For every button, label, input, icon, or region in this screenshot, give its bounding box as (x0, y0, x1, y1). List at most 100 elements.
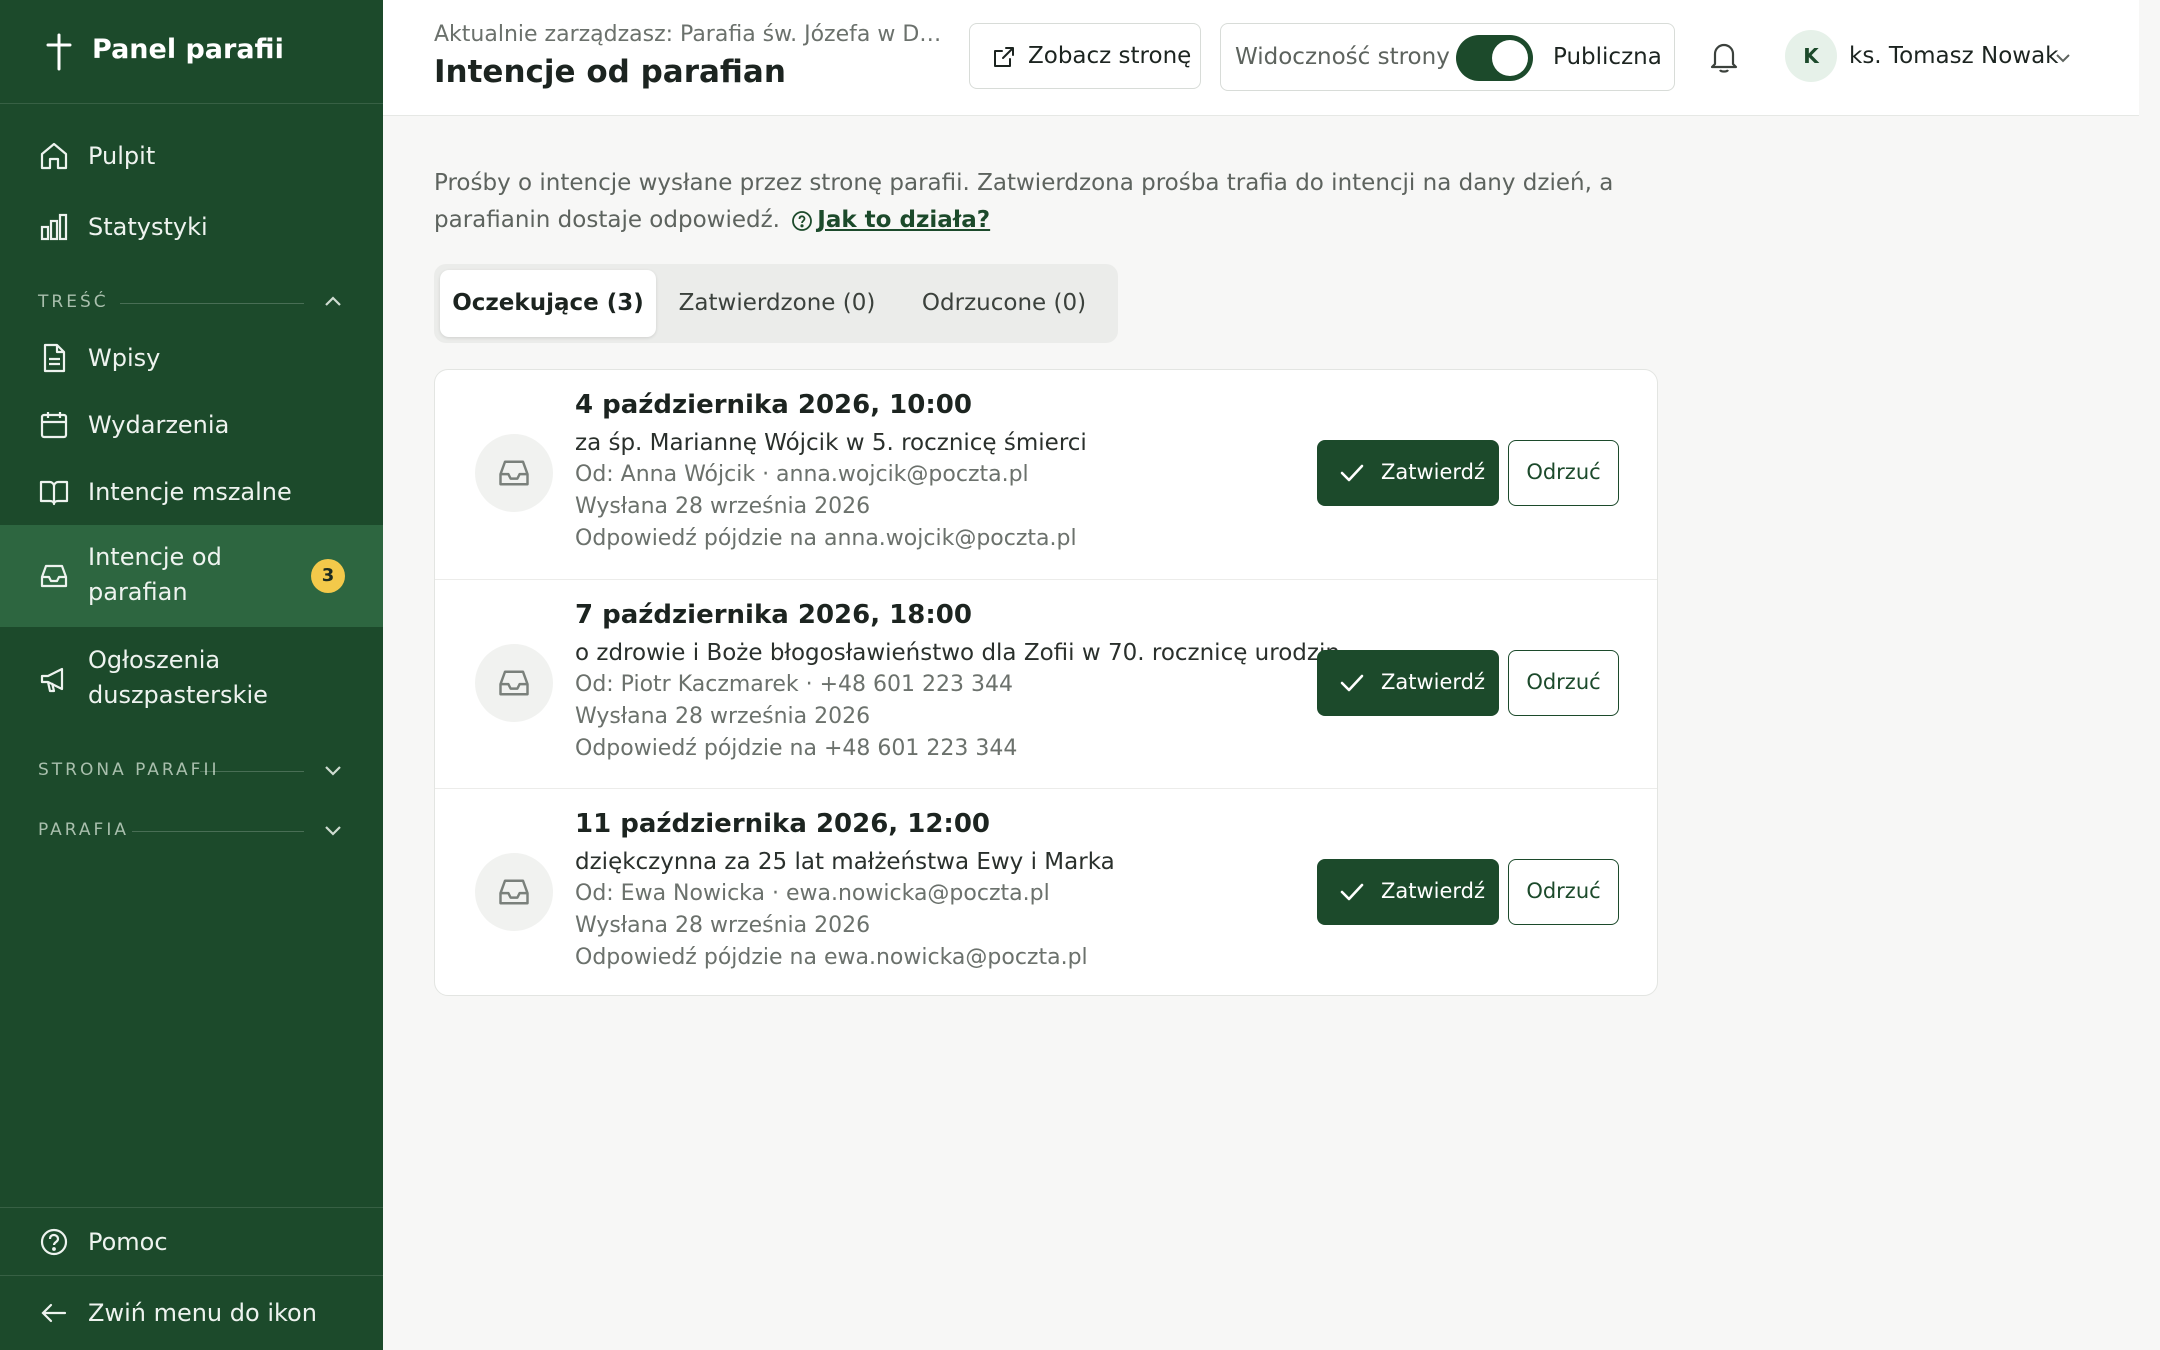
request-date: 11 października 2026, 12:00 (575, 809, 990, 839)
sidebar-item-label: Ogłoszenia duszpasterskie (88, 646, 268, 709)
section-content[interactable]: TREŚĆ (38, 288, 345, 318)
sidebar-item-label: Wydarzenia (88, 410, 230, 439)
check-icon (1340, 464, 1364, 482)
section-label: STRONA PARAFII (38, 760, 220, 780)
toggle-knob (1492, 40, 1528, 76)
sidebar-item-intencje-od-parafian[interactable]: Intencje od parafian 3 (0, 525, 383, 627)
inbox-icon (475, 644, 553, 722)
approve-label: Zatwierdź (1381, 879, 1486, 903)
status-tabs: Oczekujące (3) Zatwierdzone (0) Odrzucon… (434, 264, 1118, 343)
section-divider (120, 303, 304, 304)
request-title: za śp. Mariannę Wójcik w 5. rocznicę śmi… (575, 430, 1087, 456)
inbox-icon (475, 853, 553, 931)
tab-rejected[interactable]: Odrzucone (0) (894, 270, 1114, 337)
section-site[interactable]: STRONA PARAFII (38, 756, 345, 786)
request-title: o zdrowie i Boże błogosławieństwo dla Zo… (575, 640, 1340, 666)
sidebar-brand[interactable]: Panel parafii (0, 0, 383, 104)
sidebar-divider (0, 1207, 383, 1208)
tab-pending[interactable]: Oczekujące (3) (440, 270, 656, 337)
page-title: Intencje od parafian (434, 54, 786, 90)
current-parish-breadcrumb: Aktualnie zarządzasz: Parafia św. Józefa… (434, 22, 954, 47)
reject-button[interactable]: Odrzuć (1508, 650, 1619, 716)
chevron-down-icon (321, 758, 345, 782)
sidebar-item-label: Statystyki (88, 212, 208, 241)
section-parish[interactable]: PARAFIA (38, 816, 345, 846)
megaphone-icon (38, 663, 70, 695)
inbox-icon (38, 560, 70, 592)
book-icon (38, 476, 70, 508)
section-divider (132, 831, 304, 832)
sidebar-item-statystyki[interactable]: Statystyki (0, 209, 383, 245)
approve-label: Zatwierdź (1381, 670, 1486, 694)
approve-button[interactable]: Zatwierdź (1317, 650, 1499, 716)
check-icon (1340, 674, 1364, 692)
sidebar-item-help[interactable]: Pomoc (0, 1224, 383, 1260)
requests-list: 4 października 2026, 10:00 za śp. Marian… (434, 369, 1658, 996)
count-badge: 3 (311, 559, 345, 593)
approve-button[interactable]: Zatwierdź (1317, 859, 1499, 925)
request-sent-date: Wysłana 28 września 2026 (575, 704, 871, 729)
chevron-down-icon (321, 818, 345, 842)
user-name: ks. Tomasz Nowak (1849, 43, 2059, 69)
section-label: PARAFIA (38, 820, 129, 840)
request-date: 4 października 2026, 10:00 (575, 390, 972, 420)
collapse-menu-button[interactable]: Zwiń menu do ikon (0, 1295, 383, 1331)
cross-icon (42, 33, 76, 71)
intro-text: Prośby o intencje wysłane przez stronę p… (434, 165, 1674, 239)
list-item: 11 października 2026, 12:00 dziękczynna … (435, 788, 1657, 997)
top-header: Aktualnie zarządzasz: Parafia św. Józefa… (383, 0, 2139, 116)
help-circle-icon (791, 210, 813, 232)
notifications-bell-icon[interactable] (1708, 40, 1740, 74)
visibility-toggle[interactable] (1456, 35, 1533, 81)
request-title: dziękczynna za 25 lat małżeństwa Ewy i M… (575, 849, 1115, 875)
sidebar-item-intencje-mszalne[interactable]: Intencje mszalne (0, 474, 383, 510)
request-sent-date: Wysłana 28 września 2026 (575, 913, 871, 938)
calendar-icon (38, 409, 70, 441)
inbox-icon (475, 434, 553, 512)
sidebar-item-label: Intencje od parafian (88, 543, 222, 606)
section-divider (200, 771, 304, 772)
intro-description: Prośby o intencje wysłane przez stronę p… (434, 170, 1614, 233)
sidebar-item-label: Pulpit (88, 141, 156, 170)
reject-button[interactable]: Odrzuć (1508, 440, 1619, 506)
request-from: Od: Piotr Kaczmarek · +48 601 223 344 (575, 672, 1013, 697)
how-it-works-link[interactable]: Jak to działa? (817, 207, 990, 233)
sidebar-divider (0, 1275, 383, 1276)
brand-title: Panel parafii (92, 34, 284, 65)
sidebar-item-label: Wpisy (88, 343, 161, 372)
help-circle-icon (38, 1226, 70, 1258)
external-link-icon (992, 45, 1016, 69)
reject-button[interactable]: Odrzuć (1508, 859, 1619, 925)
arrow-left-icon (38, 1297, 70, 1329)
chevron-down-icon (2053, 48, 2073, 68)
sidebar-item-wydarzenia[interactable]: Wydarzenia (0, 407, 383, 443)
list-item: 4 października 2026, 10:00 za śp. Marian… (435, 370, 1657, 579)
sidebar-item-label: Zwiń menu do ikon (88, 1298, 317, 1327)
request-sent-date: Wysłana 28 września 2026 (575, 494, 871, 519)
request-from: Od: Anna Wójcik · anna.wojcik@poczta.pl (575, 462, 1029, 487)
request-reply-target: Odpowiedź pójdzie na +48 601 223 344 (575, 736, 1018, 761)
approve-label: Zatwierdź (1381, 460, 1486, 484)
check-icon (1340, 883, 1364, 901)
avatar: K (1785, 30, 1837, 82)
sidebar-item-wpisy[interactable]: Wpisy (0, 340, 383, 376)
sidebar: Panel parafii Pulpit Statystyki TREŚĆ Wp… (0, 0, 383, 1350)
tab-approved[interactable]: Zatwierdzone (0) (660, 270, 894, 337)
section-label: TREŚĆ (38, 292, 109, 312)
chevron-up-icon (321, 290, 345, 314)
visibility-value: Publiczna (1553, 44, 1662, 70)
request-reply-target: Odpowiedź pójdzie na anna.wojcik@poczta.… (575, 526, 1077, 551)
bar-chart-icon (38, 211, 70, 243)
visibility-label: Widoczność strony (1235, 44, 1450, 70)
sidebar-item-pulpit[interactable]: Pulpit (0, 138, 383, 174)
view-site-label: Zobacz stronę (1028, 43, 1192, 69)
request-date: 7 października 2026, 18:00 (575, 600, 972, 630)
approve-button[interactable]: Zatwierdź (1317, 440, 1499, 506)
request-reply-target: Odpowiedź pójdzie na ewa.nowicka@poczta.… (575, 945, 1088, 970)
view-site-button[interactable]: Zobacz stronę (969, 23, 1201, 89)
sidebar-item-ogloszenia[interactable]: Ogłoszenia duszpasterskie (0, 643, 383, 715)
sidebar-item-label: Intencje mszalne (88, 477, 292, 506)
home-icon (38, 140, 70, 172)
request-from: Od: Ewa Nowicka · ewa.nowicka@poczta.pl (575, 881, 1050, 906)
sidebar-item-label: Pomoc (88, 1227, 168, 1256)
